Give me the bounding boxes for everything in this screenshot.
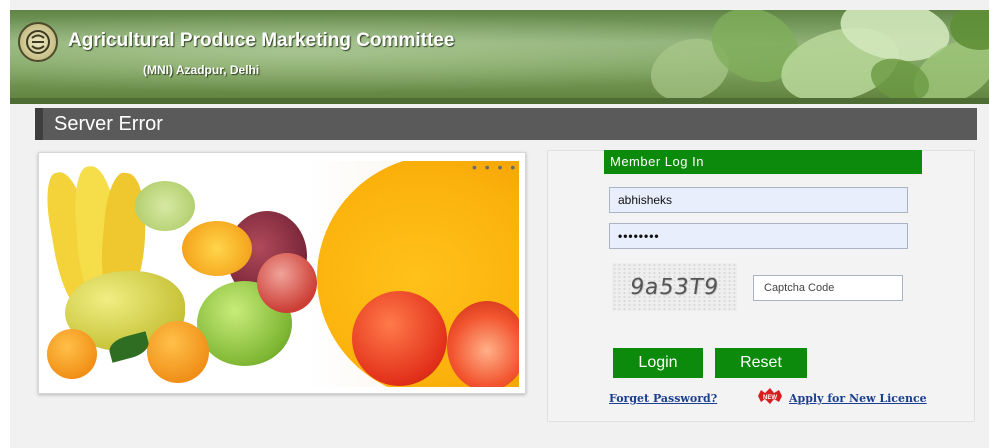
fruit-image: • • • • <box>47 161 519 387</box>
login-heading: Member Log In <box>604 150 922 174</box>
fruit-banner-panel: • • • • <box>38 152 526 394</box>
orange-slice <box>182 221 252 276</box>
slider-pager-dots[interactable]: • • • • <box>472 161 517 175</box>
forgot-password-link[interactable]: Forget Password? <box>609 392 717 405</box>
reset-button[interactable]: Reset <box>715 348 807 378</box>
captcha-input[interactable] <box>753 275 903 301</box>
new-badge-icon: NEW <box>758 388 782 404</box>
site-subtitle: (MNI) Azadpur, Delhi <box>143 63 260 77</box>
captcha-image: 9a53T9 <box>612 263 737 311</box>
error-bar: Server Error <box>35 108 977 140</box>
orange-fruit <box>147 321 209 383</box>
error-bar-stripe <box>35 108 43 140</box>
apply-licence-link[interactable]: Apply for New Licence <box>789 392 927 405</box>
orange-fruit <box>47 329 97 379</box>
emblem-mark-icon <box>26 30 50 54</box>
login-button[interactable]: Login <box>613 348 703 378</box>
captcha-text: 9a53T9 <box>628 274 721 300</box>
error-title: Server Error <box>54 113 163 135</box>
password-field[interactable] <box>609 223 908 249</box>
green-grapes <box>135 181 195 231</box>
tomato-half <box>447 301 519 387</box>
site-title: Agricultural Produce Marketing Committee <box>68 30 455 51</box>
tomato <box>352 291 447 386</box>
apmc-emblem-icon[interactable] <box>18 22 58 62</box>
username-field[interactable] <box>609 187 908 213</box>
banner-bottom-bar <box>10 98 989 104</box>
new-badge-text: NEW <box>763 395 777 401</box>
header-banner <box>10 10 989 104</box>
red-apple <box>257 253 317 313</box>
